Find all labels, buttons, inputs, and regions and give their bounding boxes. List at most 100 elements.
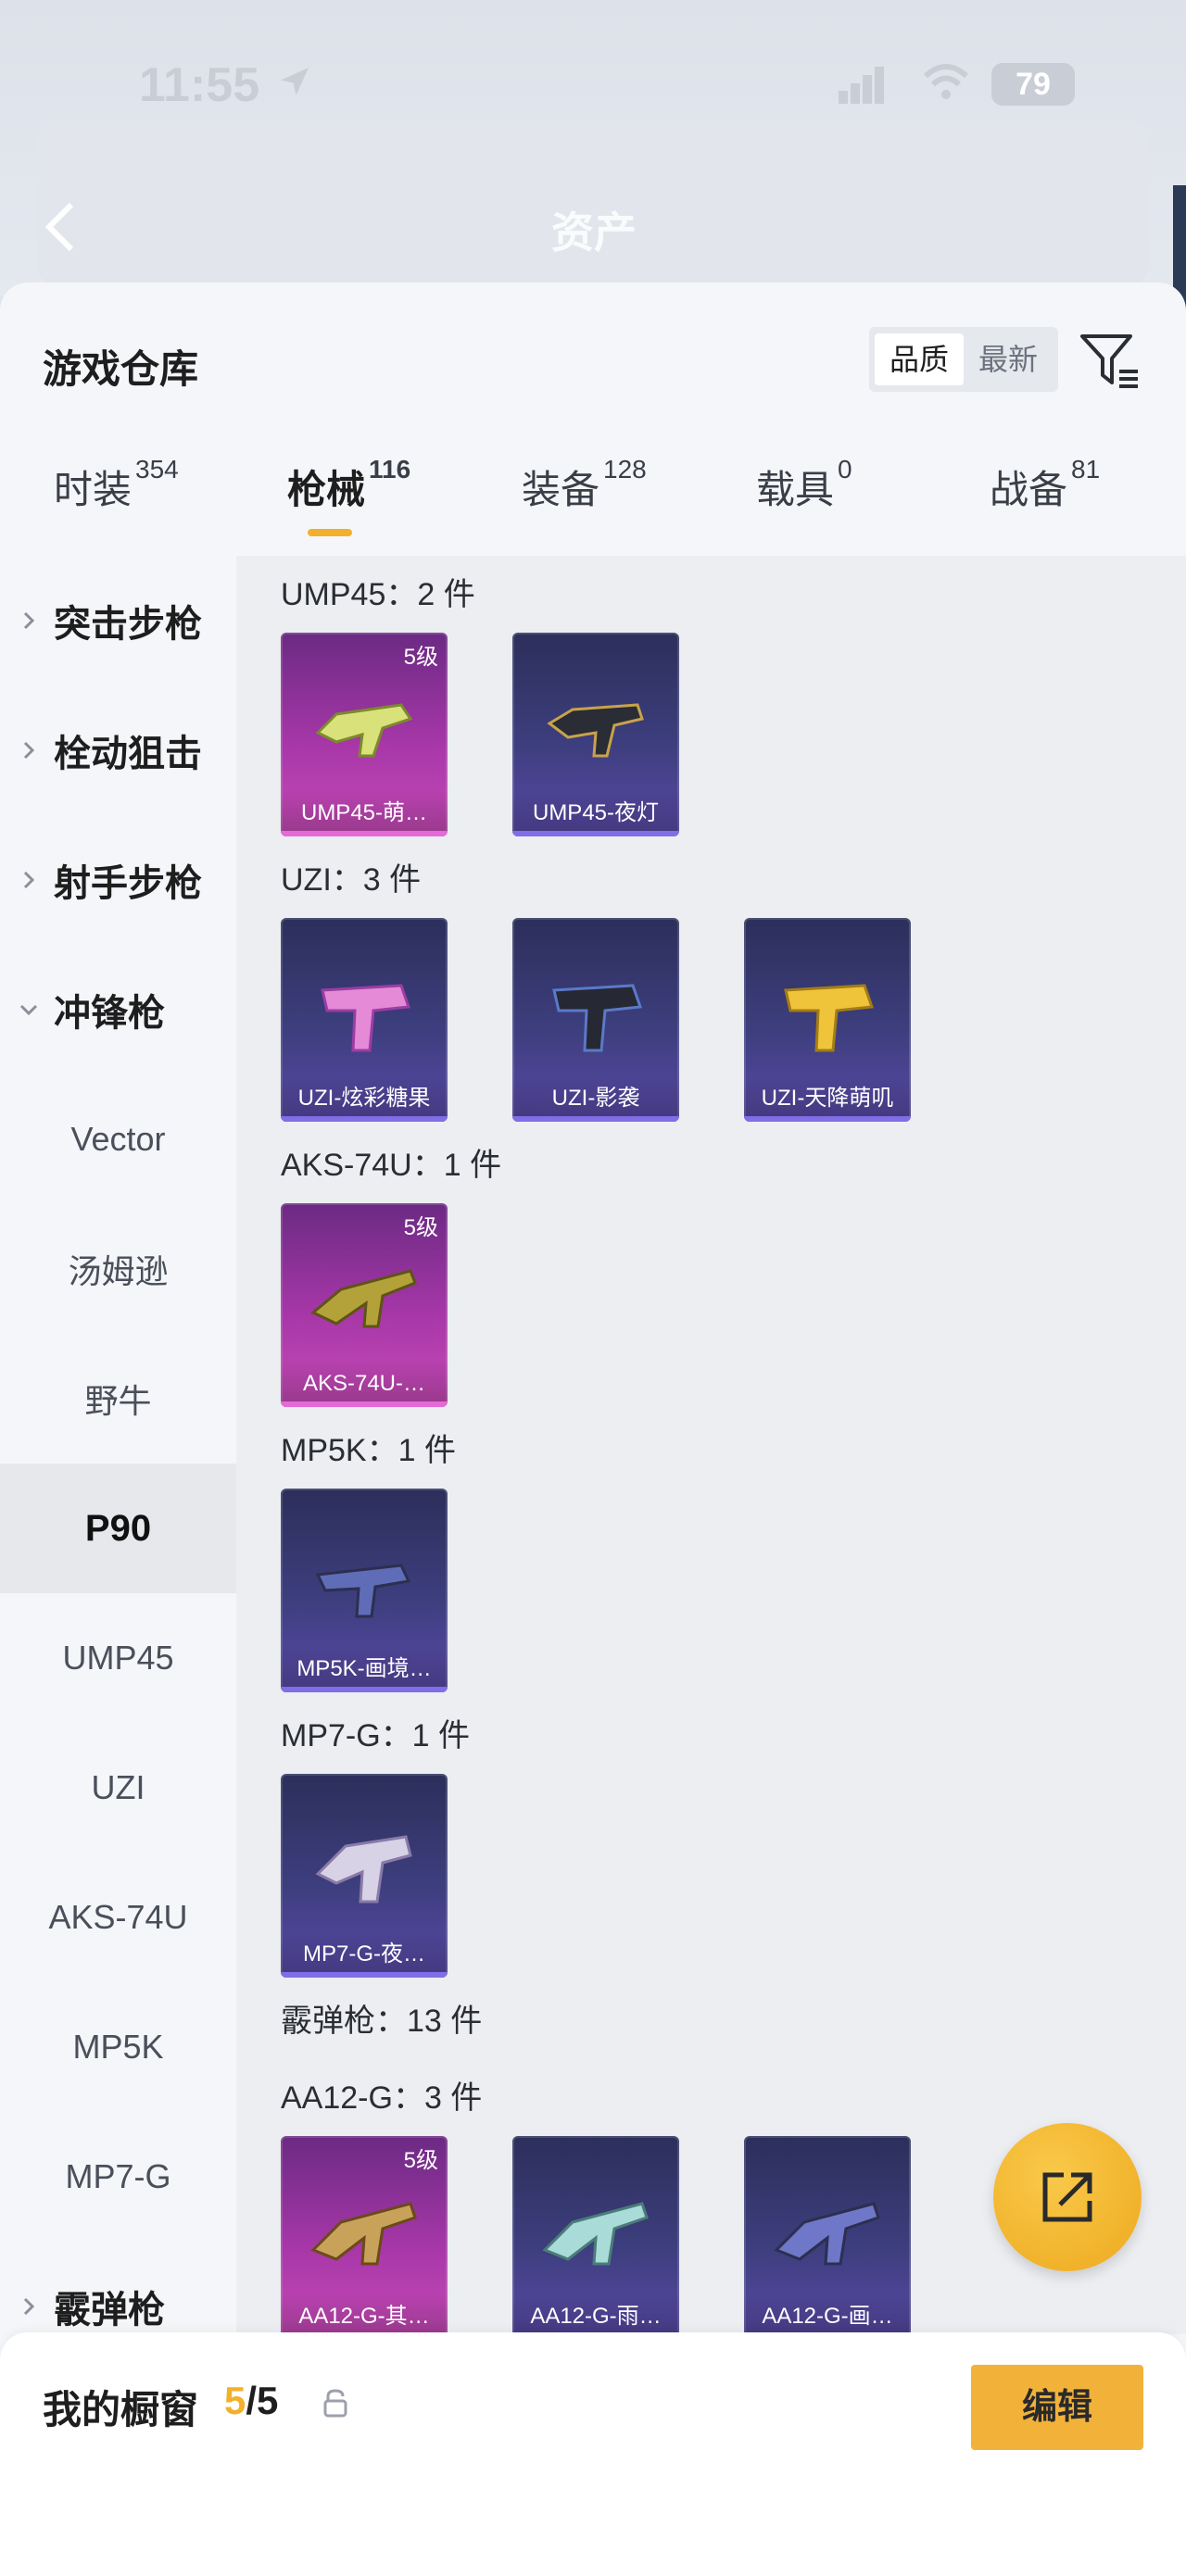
chevron-right-icon [23, 611, 35, 630]
item-card[interactable]: 5级 UMP45-萌… [281, 633, 448, 836]
tab-supplies[interactable]: 战备 81 [990, 455, 1100, 515]
showcase-count-total: 5 [257, 2379, 279, 2422]
chevron-right-icon [23, 741, 35, 760]
sidebar-item-mp5k[interactable]: MP5K [0, 1982, 236, 2112]
sort-newest-button[interactable]: 最新 [964, 333, 1053, 385]
item-name: UMP45-夜灯 [512, 790, 679, 836]
wifi-icon [923, 64, 969, 99]
item-name: UZI-炫彩糖果 [281, 1075, 448, 1122]
sidebar-item-smg[interactable]: 冲锋枪 [0, 945, 236, 1074]
item-card[interactable]: 5级 AKS-74U-… [281, 1203, 448, 1407]
sheet-title: 游戏仓库 [43, 347, 199, 391]
sidebar-item-label: 突击步枪 [54, 604, 202, 645]
item-card[interactable]: 5级 AA12-G-其… [281, 2136, 448, 2334]
sidebar-item-bizon[interactable]: 野牛 [0, 1334, 236, 1464]
tab-fashion[interactable]: 时装 354 [54, 455, 179, 515]
group-title-aa12g: AA12-G：3 件 [281, 2080, 483, 2116]
item-card[interactable]: AA12-G-画… [744, 2136, 911, 2334]
group-title-uzi: UZI：3 件 [281, 862, 422, 898]
item-card[interactable]: UZI-天降萌叽 [744, 918, 911, 1122]
weapon-list: UMP45：2 件 5级 UMP45-萌… UMP45-夜灯 UZI：3 件 U… [236, 556, 1186, 2334]
showcase-label: 我的橱窗 [43, 2388, 199, 2431]
gun-icon [315, 1835, 412, 1904]
item-name: UMP45-萌… [281, 790, 448, 836]
location-arrow-icon [281, 68, 309, 95]
sort-quality-button[interactable]: 品质 [875, 333, 964, 385]
sidebar-item-thompson[interactable]: 汤姆逊 [0, 1204, 236, 1334]
showcase-count: 5/5 [224, 2379, 278, 2423]
active-tab-indicator [308, 529, 352, 536]
tab-count: 116 [369, 455, 411, 484]
status-time: 11:55 [139, 58, 260, 112]
gun-icon [315, 1564, 411, 1618]
tab-vehicles[interactable]: 载具 0 [756, 455, 852, 515]
back-icon[interactable] [42, 199, 79, 255]
group-title-ump45: UMP45：2 件 [281, 577, 475, 612]
level-badge: 5级 [403, 645, 438, 670]
showcase-count-sep: / [246, 2379, 258, 2422]
item-card[interactable]: UZI-炫彩糖果 [281, 918, 448, 1122]
battery-indicator: 79 [991, 63, 1075, 106]
sidebar-item-uzi[interactable]: UZI [0, 1723, 236, 1853]
rarity-bar [281, 1972, 448, 1978]
tab-label: 装备 [522, 468, 600, 511]
item-name: MP7-G-夜… [281, 1931, 448, 1978]
sidebar-item-label: 栓动狙击 [54, 734, 202, 774]
item-card[interactable]: MP7-G-夜… [281, 1774, 448, 1978]
tab-count: 81 [1071, 455, 1101, 484]
item-card[interactable]: UMP45-夜灯 [512, 633, 679, 836]
tab-label: 枪械 [287, 468, 366, 511]
gun-icon [547, 703, 644, 758]
sidebar-item-bolt-sniper[interactable]: 栓动狙击 [0, 685, 236, 815]
sidebar-item-vector[interactable]: Vector [0, 1074, 236, 1204]
level-badge: 5级 [403, 2148, 438, 2173]
tab-guns[interactable]: 枪械 116 [287, 455, 410, 515]
lock-icon [323, 2389, 347, 2418]
item-name: AA12-G-其… [281, 2293, 448, 2334]
filter-icon[interactable] [1079, 331, 1142, 390]
sidebar-item-ump45[interactable]: UMP45 [0, 1593, 236, 1723]
signal-icon [839, 67, 884, 104]
gun-icon [774, 2202, 880, 2266]
sidebar-item-aks74u[interactable]: AKS-74U [0, 1853, 236, 1982]
chevron-down-icon [19, 1004, 38, 1016]
category-tabs: 时装 354 枪械 116 装备 128 载具 0 战备 81 [0, 455, 1186, 560]
gun-icon [310, 1269, 417, 1328]
tab-label: 战备 [990, 468, 1068, 511]
tab-label: 载具 [756, 468, 835, 511]
tab-count: 128 [603, 455, 647, 484]
gun-icon [552, 984, 643, 1052]
sidebar-item-label: 霰弹枪 [54, 2290, 165, 2331]
weapon-sidebar: 突击步枪 栓动狙击 射手步枪 冲锋枪 Vector 汤姆逊 野牛 P90 UMP… [0, 556, 236, 2334]
tab-count: 0 [838, 455, 852, 484]
share-button[interactable] [993, 2123, 1142, 2271]
tab-label: 时装 [54, 468, 132, 511]
sidebar-item-p90[interactable]: P90 [0, 1464, 236, 1593]
gun-icon [542, 2202, 649, 2266]
chevron-right-icon [23, 871, 35, 889]
rarity-bar [744, 1116, 911, 1122]
rarity-bar [512, 1116, 679, 1122]
item-name: UZI-影袭 [512, 1075, 679, 1122]
group-title-shotgun: 霰弹枪：13 件 [281, 2004, 483, 2039]
group-title-aks74u: AKS-74U：1 件 [281, 1148, 502, 1183]
item-card[interactable]: MP5K-画境… [281, 1489, 448, 1692]
group-title-mp5k: MP5K：1 件 [281, 1433, 456, 1468]
rarity-bar [281, 831, 448, 836]
rarity-bar [281, 1401, 448, 1407]
tab-equipment[interactable]: 装备 128 [522, 455, 647, 515]
tab-count: 354 [135, 455, 179, 484]
gun-icon [321, 984, 411, 1052]
sidebar-item-label: 冲锋枪 [54, 993, 165, 1034]
item-name: AA12-G-雨… [512, 2293, 679, 2334]
sidebar-item-mp7g[interactable]: MP7-G [0, 2112, 236, 2242]
item-card[interactable]: UZI-影袭 [512, 918, 679, 1122]
gun-icon [784, 984, 875, 1052]
item-name: UZI-天降萌叽 [744, 1075, 911, 1122]
sidebar-item-marksman-rifle[interactable]: 射手步枪 [0, 815, 236, 945]
item-card[interactable]: AA12-G-雨… [512, 2136, 679, 2334]
chevron-right-icon [23, 2297, 35, 2316]
sidebar-item-assault-rifle[interactable]: 突击步枪 [0, 556, 236, 685]
edit-button[interactable]: 编辑 [971, 2365, 1143, 2450]
item-name: MP5K-画境… [281, 1646, 448, 1692]
